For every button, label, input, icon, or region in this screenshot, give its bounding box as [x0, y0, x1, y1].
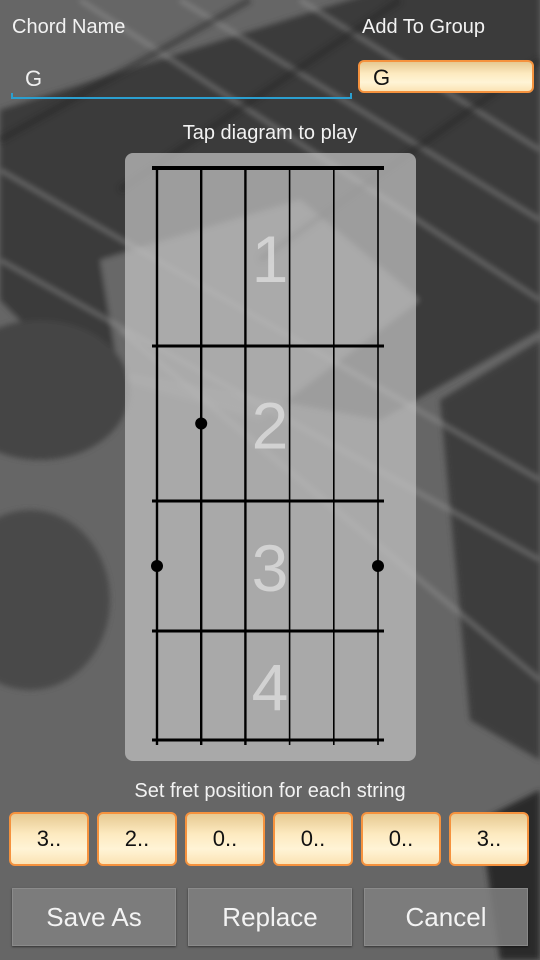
fret-select-string-4[interactable]: 0..: [273, 812, 353, 866]
finger-dot: [195, 417, 208, 430]
finger-dot: [151, 560, 163, 572]
fret-position-hint: Set fret position for each string: [134, 780, 406, 802]
fret-number-label: 3: [252, 531, 289, 605]
fret-value: 0..: [212, 826, 238, 851]
fret-select-string-1[interactable]: 3..: [9, 812, 89, 866]
cancel-button[interactable]: Cancel: [364, 888, 528, 946]
fret-value: 3..: [476, 826, 502, 851]
fret-value: 2..: [124, 826, 150, 851]
fret-value: 0..: [388, 826, 414, 851]
finger-dot: [372, 560, 384, 572]
fret-select-string-3[interactable]: 0..: [185, 812, 265, 866]
fret-select-string-6[interactable]: 3..: [449, 812, 529, 866]
fret-value: 3..: [36, 826, 62, 851]
save-as-button[interactable]: Save As: [12, 888, 176, 946]
fret-number-label: 4: [252, 651, 289, 725]
fret-select-string-5[interactable]: 0..: [361, 812, 441, 866]
replace-button[interactable]: Replace: [188, 888, 352, 946]
fret-number-label: 2: [252, 389, 289, 463]
fret-value: 0..: [300, 826, 326, 851]
fret-number-label: 1: [252, 222, 289, 296]
fret-select-string-2[interactable]: 2..: [97, 812, 177, 866]
